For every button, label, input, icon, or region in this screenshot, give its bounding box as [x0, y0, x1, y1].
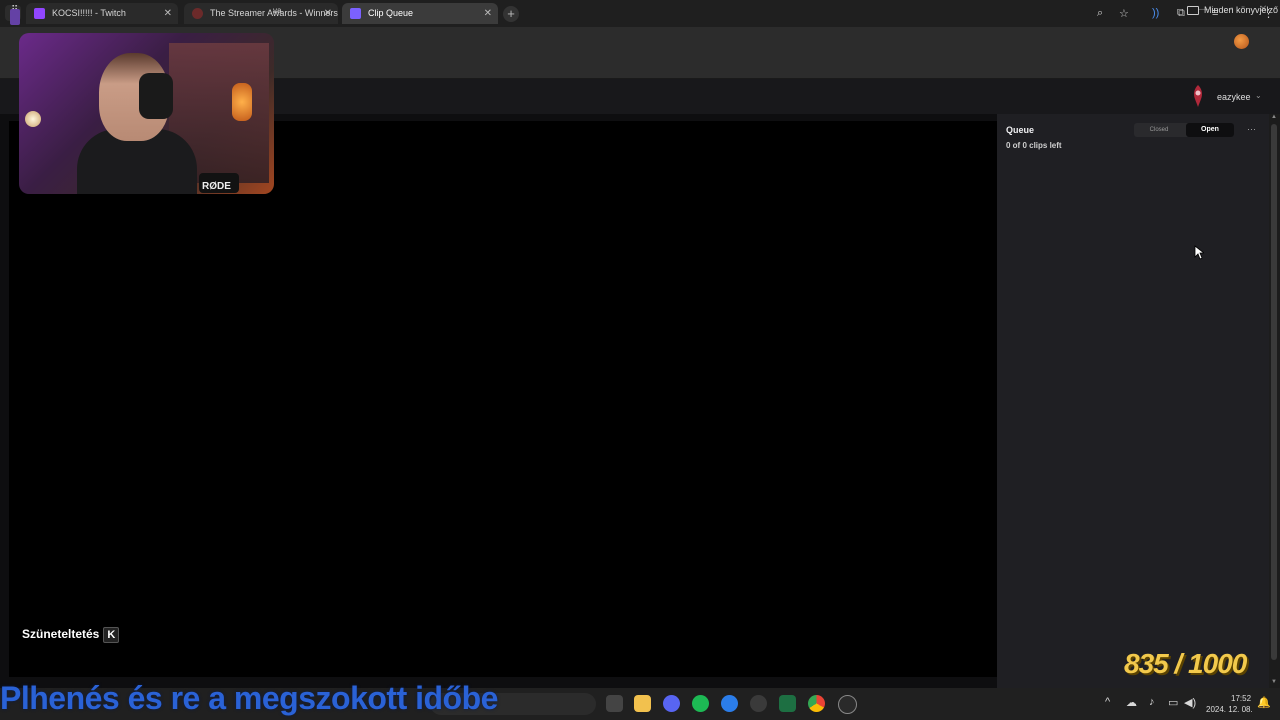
twitch-favicon-icon: [34, 8, 45, 19]
scroll-down-arrow-icon[interactable]: ▼: [1271, 679, 1277, 685]
task-view-icon[interactable]: [606, 695, 623, 712]
scroll-up-arrow-icon[interactable]: ▲: [1271, 114, 1277, 120]
tab-title: Clip Queue: [368, 8, 414, 18]
mic-brand-label: RØDE: [202, 181, 231, 192]
more-options-icon[interactable]: ···: [1247, 124, 1256, 134]
onedrive-cloud-icon[interactable]: ☁: [1126, 696, 1137, 709]
tab-close-icon[interactable]: ✕: [484, 3, 492, 24]
app-obs-icon[interactable]: [838, 695, 857, 714]
live-subtitle: Plhenés és re a megszokott időbe: [0, 680, 498, 716]
app-blue-icon[interactable]: [721, 695, 738, 712]
scrollbar-thumb[interactable]: [1271, 124, 1277, 660]
chrome-icon[interactable]: [808, 695, 825, 712]
clock-time[interactable]: 17:52: [1231, 694, 1251, 703]
clock-date[interactable]: 2024. 12. 08.: [1206, 705, 1253, 714]
profile-avatar-icon[interactable]: [1234, 34, 1249, 49]
extension-wave-icon[interactable]: )): [1152, 7, 1159, 19]
tab-title: KOCSI!!!!! - Twitch: [52, 8, 126, 18]
queue-closed-option[interactable]: Closed: [1134, 123, 1184, 137]
zoom-icon[interactable]: ⌕: [1097, 7, 1103, 20]
webcam-lamp-light: [232, 83, 252, 121]
excel-icon[interactable]: [779, 695, 796, 712]
webcam-overlay: RØDE: [19, 33, 274, 194]
file-explorer-icon[interactable]: [634, 695, 651, 712]
headphones: [139, 73, 173, 119]
video-player[interactable]: [9, 121, 997, 677]
folder-icon: [1187, 6, 1199, 16]
user-avatar-icon[interactable]: [1191, 84, 1205, 108]
tray-chevron-up-icon[interactable]: ^: [1105, 696, 1110, 708]
pause-shortcut-key: K: [103, 627, 120, 643]
pause-tooltip: Szüneteltetés K: [22, 627, 120, 643]
clip-queue-favicon-icon: [350, 8, 361, 19]
all-bookmarks-label: Minden könyvjelző: [1204, 5, 1279, 15]
goal-counter: 835 / 1000: [1124, 648, 1247, 679]
mouse-cursor-icon: [1194, 245, 1204, 260]
queue-panel: [997, 114, 1269, 690]
discord-icon[interactable]: [663, 695, 680, 712]
all-bookmarks-folder[interactable]: Minden könyvjelző: [1187, 5, 1279, 16]
network-icon[interactable]: ▭: [1168, 696, 1178, 709]
app-logo-icon[interactable]: [10, 9, 20, 25]
app-c-icon[interactable]: [750, 695, 767, 712]
page-scrollbar[interactable]: [1269, 114, 1280, 690]
username-label[interactable]: eazykee: [1217, 92, 1251, 102]
queue-count: 0 of 0 clips left: [1006, 141, 1062, 150]
webcam-candle: [25, 111, 41, 127]
spotify-icon[interactable]: [692, 695, 709, 712]
microphone-tray-icon[interactable]: ♪: [1149, 696, 1155, 708]
tab-clip-queue[interactable]: Clip Queue ✕: [342, 3, 498, 24]
volume-icon[interactable]: ◀): [1184, 696, 1196, 709]
bookmark-item[interactable]: va: [273, 6, 281, 15]
new-tab-button[interactable]: +: [503, 6, 519, 22]
tab-close-icon[interactable]: ✕: [164, 3, 172, 24]
tab-twitch[interactable]: KOCSI!!!!! - Twitch ✕: [26, 3, 178, 24]
pause-label: Szüneteltetés: [22, 627, 100, 641]
bookmark-star-icon[interactable]: ☆: [1119, 7, 1129, 20]
chevron-down-icon[interactable]: ⌄: [1255, 91, 1262, 100]
streamer-awards-favicon-icon: [192, 8, 203, 19]
tab-close-icon[interactable]: ✕: [324, 3, 332, 24]
tab-streamer-awards[interactable]: The Streamer Awards - Winners ✕: [184, 3, 338, 24]
queue-title: Queue: [1006, 125, 1035, 135]
notification-bell-icon[interactable]: 🔔: [1257, 696, 1271, 709]
queue-open-option[interactable]: Open: [1186, 123, 1234, 137]
extensions-puzzle-icon[interactable]: ⧉: [1177, 7, 1185, 20]
